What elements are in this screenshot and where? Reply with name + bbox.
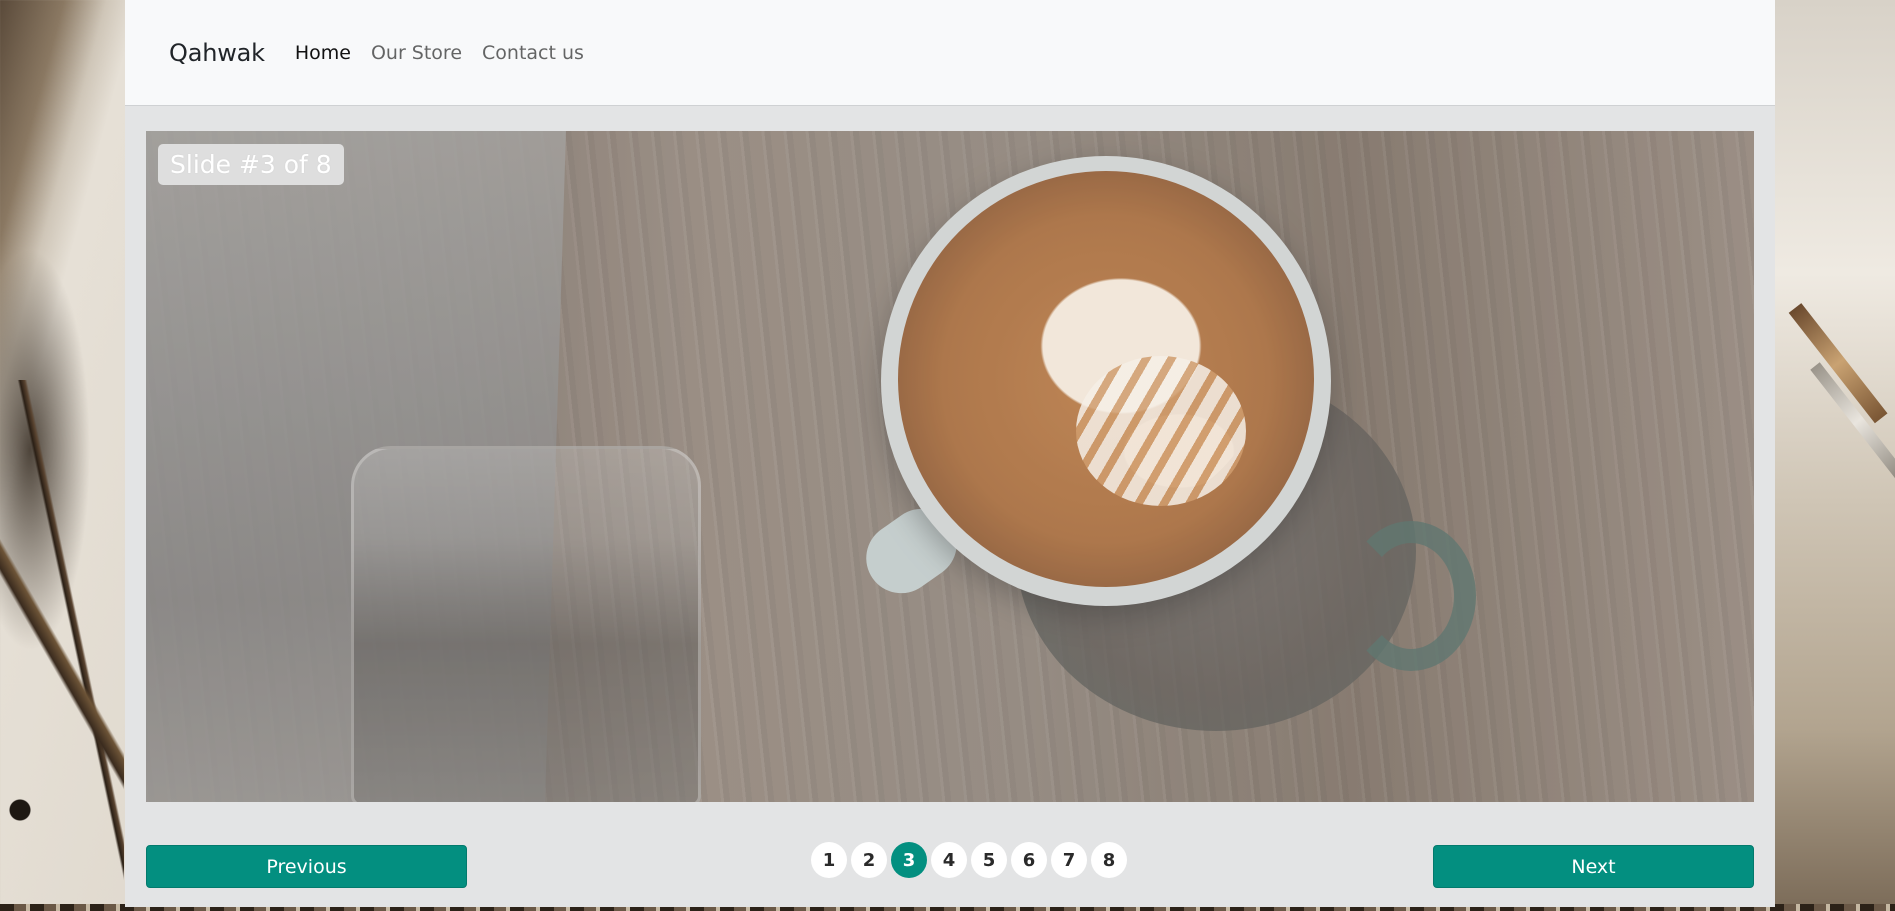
background-photo-left	[0, 380, 124, 911]
slide-indicator-5[interactable]: 5	[971, 842, 1007, 878]
nav-link-our-store[interactable]: Our Store	[371, 42, 462, 64]
slide-indicator-8[interactable]: 8	[1091, 842, 1127, 878]
brand-link[interactable]: Qahwak	[169, 39, 265, 67]
nav-link-contact-us[interactable]: Contact us	[482, 42, 584, 64]
background-photo-right	[1775, 0, 1895, 911]
slide-indicator-6[interactable]: 6	[1011, 842, 1047, 878]
slide-indicator-1[interactable]: 1	[811, 842, 847, 878]
slide-caption: Slide #3 of 8	[158, 144, 344, 185]
slide-indicator-3[interactable]: 3	[891, 842, 927, 878]
slide-indicator-7[interactable]: 7	[1051, 842, 1087, 878]
slide-indicators: 1 2 3 4 5 6 7 8	[811, 842, 1127, 880]
slide-indicator-4[interactable]: 4	[931, 842, 967, 878]
next-button[interactable]: Next	[1433, 845, 1754, 888]
carousel-controls: Previous 1 2 3 4 5 6 7 8 Next	[146, 842, 1754, 888]
carousel-slide-image: Slide #3 of 8	[146, 131, 1754, 802]
page-container: Qahwak Home Our Store Contact us Slide #…	[125, 0, 1775, 907]
navbar: Qahwak Home Our Store Contact us	[125, 0, 1775, 105]
slide-indicator-2[interactable]: 2	[851, 842, 887, 878]
carousel-card: Slide #3 of 8 Previous 1 2 3 4 5 6 7 8 N…	[125, 105, 1775, 907]
nav-link-home[interactable]: Home	[295, 42, 351, 64]
previous-button[interactable]: Previous	[146, 845, 467, 888]
